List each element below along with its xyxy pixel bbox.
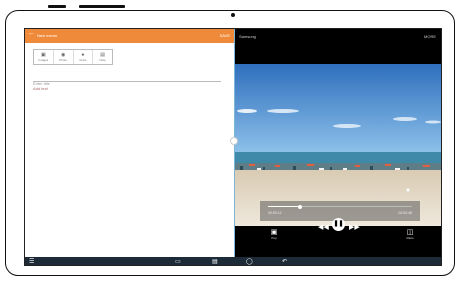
seek-thumb[interactable] [297, 204, 302, 209]
seek-bar[interactable] [268, 204, 412, 209]
elapsed-time: 00:00:12 [268, 211, 282, 215]
fast-forward-button[interactable]: ▶▶ [349, 224, 360, 231]
tool-voice[interactable]: ● Voice [74, 50, 94, 64]
title-input[interactable]: Enter title [33, 72, 221, 86]
tool-voice-label: Voice [79, 57, 87, 62]
video-controls: ▣ Pop ◀◀ ❚❚ ▶▶ ◫ Ratio [235, 218, 441, 257]
settings-icon[interactable]: ☰ [29, 258, 34, 265]
tool-note-label: Note [99, 57, 106, 62]
recent-apps-icon[interactable]: ▭ [175, 258, 181, 265]
more-button[interactable]: MORE [424, 34, 436, 39]
attach-toolbar: ▣ Images ◉ Photo ● Voice ▤ Note [33, 49, 113, 65]
tool-photo-label: Photo [59, 57, 68, 62]
multiwindow-icon[interactable]: ▤ [212, 258, 218, 265]
popup-button[interactable]: ▣ Pop [267, 229, 281, 240]
video-app-pane: Samsung MORE 00:00:12 00:02:48 ▣ Pop ◀◀ … [235, 29, 441, 257]
save-button[interactable]: SAVE [220, 33, 230, 38]
memo-app-bar: ← New memo SAVE [25, 29, 234, 43]
memo-app-pane: ← New memo SAVE ▣ Images ◉ Photo ● Voice… [25, 29, 234, 257]
total-time: 00:02:48 [398, 211, 412, 215]
front-camera [231, 13, 235, 17]
ratio-button[interactable]: ◫ Ratio [403, 229, 417, 240]
system-navbar: ☰ ▭ ▤ ◯ ↶ [25, 257, 441, 265]
tool-note[interactable]: ▤ Note [93, 50, 112, 64]
split-handle[interactable] [230, 137, 238, 145]
video-title: Samsung [239, 34, 256, 39]
pause-button[interactable]: ❚❚ [332, 218, 345, 231]
volume-button [48, 5, 66, 8]
back-icon[interactable]: ↶ [282, 258, 287, 265]
fast-forward-icon: ▶▶ [349, 224, 360, 231]
popup-icon: ▣ [270, 229, 278, 236]
tool-images[interactable]: ▣ Images [34, 50, 54, 64]
screen-mode-icon: ◫ [406, 229, 414, 236]
ratio-label: Ratio [406, 236, 414, 240]
add-text-field[interactable]: Add text [33, 86, 48, 91]
tool-images-label: Images [38, 57, 49, 62]
rewind-button[interactable]: ◀◀ [318, 224, 329, 231]
memo-title: New memo [37, 33, 58, 38]
tool-photo[interactable]: ◉ Photo [54, 50, 74, 64]
arrow-left-icon[interactable]: ← [28, 30, 35, 37]
screen: ← New memo SAVE ▣ Images ◉ Photo ● Voice… [24, 28, 442, 266]
rewind-icon: ◀◀ [318, 224, 329, 231]
home-icon[interactable]: ◯ [246, 258, 253, 265]
seek-progress [268, 206, 300, 207]
popup-label: Pop [271, 236, 277, 240]
power-button [79, 5, 125, 8]
pause-icon: ❚❚ [333, 221, 344, 227]
